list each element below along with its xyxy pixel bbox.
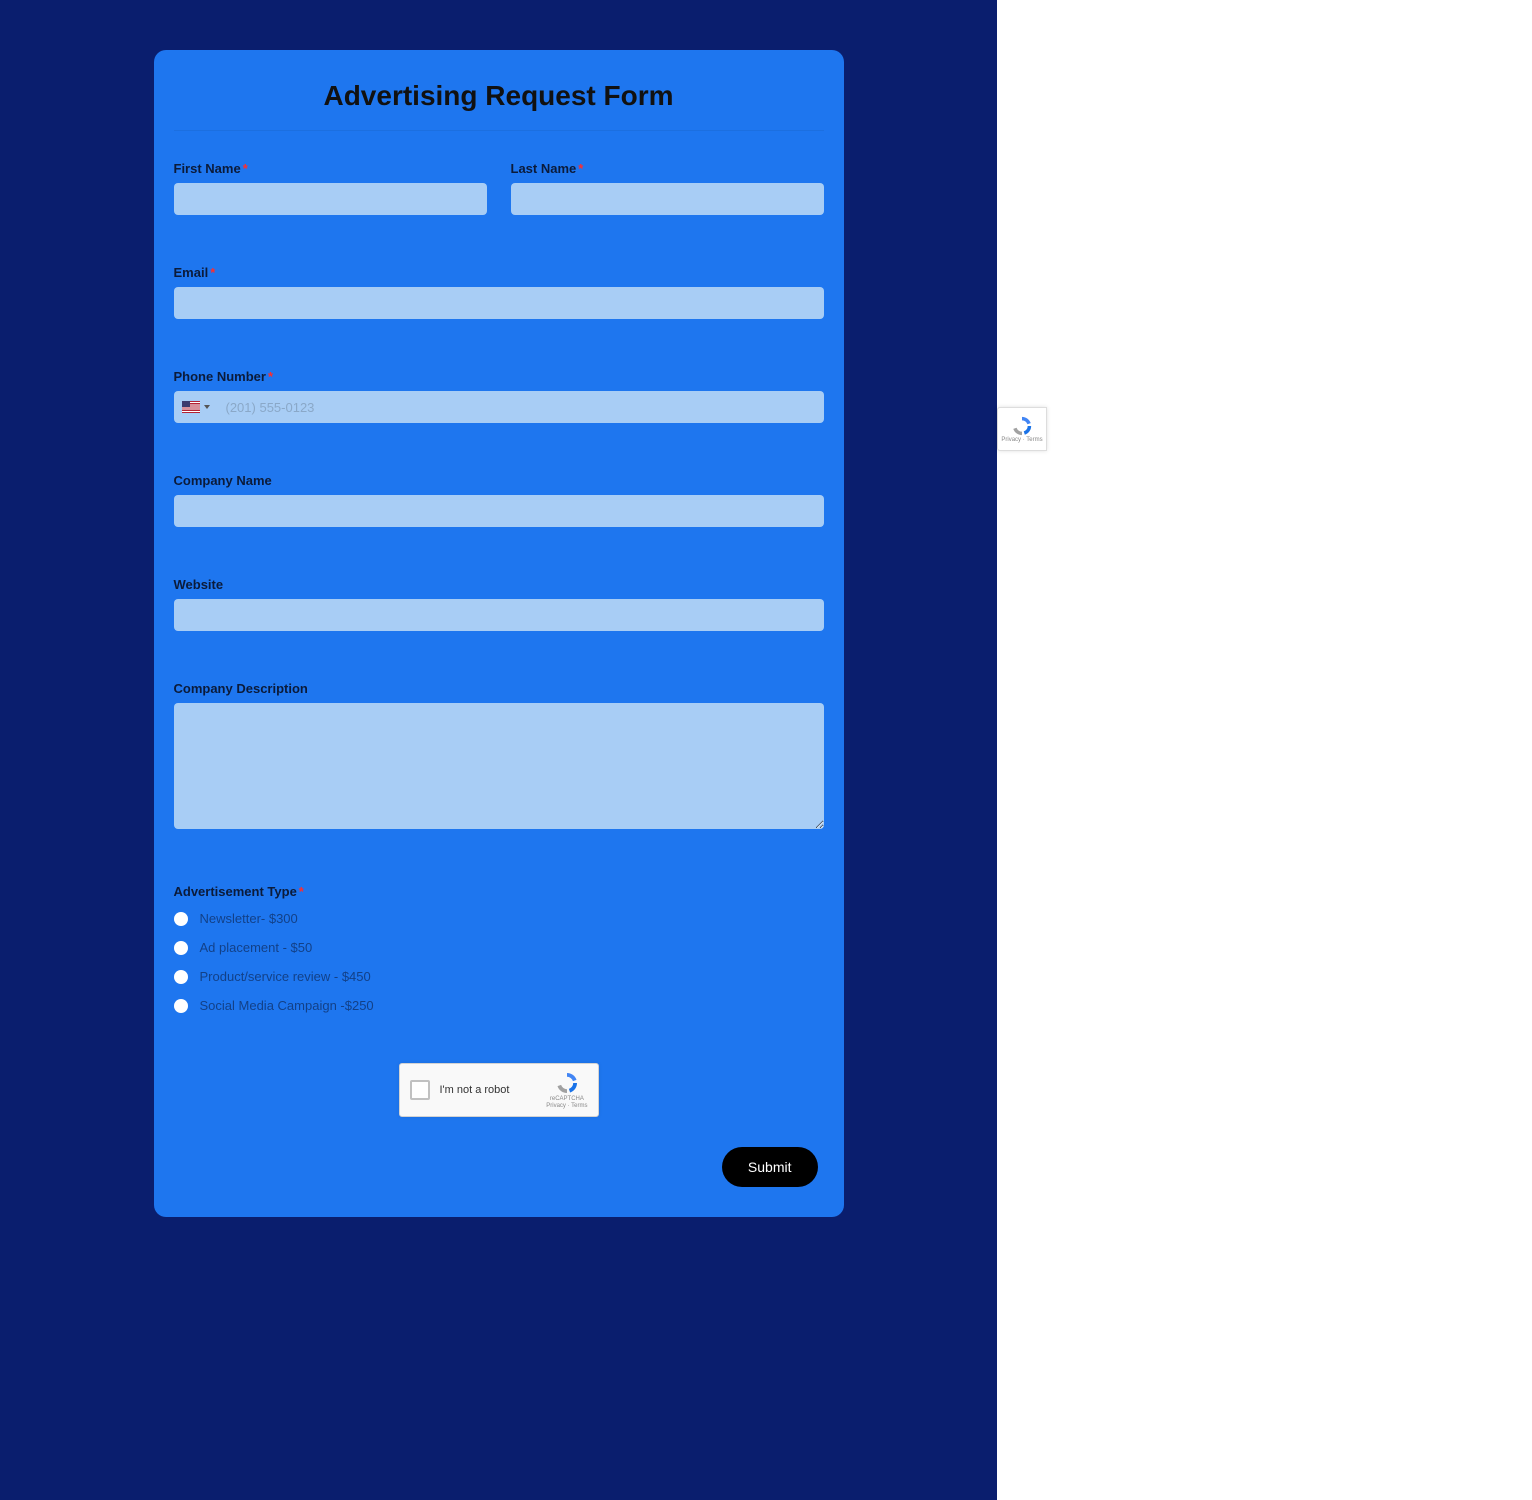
form-title: Advertising Request Form [174, 70, 824, 131]
advertising-request-form: Advertising Request Form First Name* Las… [154, 50, 844, 1217]
submit-button[interactable]: Submit [722, 1147, 818, 1187]
required-mark: * [210, 265, 215, 280]
phone-label-text: Phone Number [174, 369, 266, 384]
phone-field: Phone Number* [174, 369, 824, 423]
recaptcha-widget: I'm not a robot reCAPTCHA Privacy · Term… [399, 1063, 599, 1117]
last-name-field: Last Name* [511, 161, 824, 215]
ad-type-option-social-media[interactable]: Social Media Campaign -$250 [174, 998, 824, 1013]
company-name-input[interactable] [174, 495, 824, 527]
recaptcha-branding: reCAPTCHA Privacy · Terms [546, 1071, 587, 1109]
recaptcha-icon [555, 1071, 579, 1095]
ad-type-option-label: Newsletter- $300 [200, 911, 298, 926]
recaptcha-checkbox[interactable] [410, 1080, 430, 1100]
advertisement-type-label-text: Advertisement Type [174, 884, 297, 899]
radio-icon [174, 970, 188, 984]
us-flag-icon [182, 401, 200, 413]
company-description-field: Company Description [174, 681, 824, 834]
phone-input-wrap [174, 391, 824, 423]
email-field: Email* [174, 265, 824, 319]
ad-type-option-newsletter[interactable]: Newsletter- $300 [174, 911, 824, 926]
ad-type-option-label: Social Media Campaign -$250 [200, 998, 374, 1013]
recaptcha-brand-text: reCAPTCHA [550, 1096, 584, 1103]
required-mark: * [268, 369, 273, 384]
required-mark: * [299, 884, 304, 899]
captcha-container: I'm not a robot reCAPTCHA Privacy · Term… [174, 1063, 824, 1117]
ad-type-option-label: Ad placement - $50 [200, 940, 313, 955]
email-label-text: Email [174, 265, 209, 280]
company-name-label: Company Name [174, 473, 824, 488]
recaptcha-icon [1009, 415, 1035, 437]
recaptcha-links: Privacy · Terms [546, 1103, 587, 1110]
country-code-picker[interactable] [174, 391, 218, 423]
radio-icon [174, 912, 188, 926]
recaptcha-text: I'm not a robot [440, 1084, 537, 1096]
first-name-label: First Name* [174, 161, 487, 176]
radio-icon [174, 941, 188, 955]
required-mark: * [578, 161, 583, 176]
first-name-field: First Name* [174, 161, 487, 215]
company-description-input[interactable] [174, 703, 824, 829]
phone-label: Phone Number* [174, 369, 824, 384]
company-description-label: Company Description [174, 681, 824, 696]
last-name-label-text: Last Name [511, 161, 577, 176]
side-badge-links: Privacy · Terms [1001, 437, 1042, 443]
chevron-down-icon [204, 405, 210, 409]
company-name-field: Company Name [174, 473, 824, 527]
email-input[interactable] [174, 287, 824, 319]
website-label: Website [174, 577, 824, 592]
website-field: Website [174, 577, 824, 631]
website-input[interactable] [174, 599, 824, 631]
advertisement-type-label: Advertisement Type* [174, 884, 824, 899]
ad-type-option-ad-placement[interactable]: Ad placement - $50 [174, 940, 824, 955]
advertisement-type-group: Advertisement Type* Newsletter- $300 Ad … [174, 884, 824, 1013]
last-name-input[interactable] [511, 183, 824, 215]
radio-icon [174, 999, 188, 1013]
email-label: Email* [174, 265, 824, 280]
first-name-input[interactable] [174, 183, 487, 215]
recaptcha-side-badge[interactable]: Privacy · Terms [997, 407, 1047, 451]
first-name-label-text: First Name [174, 161, 241, 176]
ad-type-option-label: Product/service review - $450 [200, 969, 371, 984]
ad-type-option-review[interactable]: Product/service review - $450 [174, 969, 824, 984]
last-name-label: Last Name* [511, 161, 824, 176]
required-mark: * [243, 161, 248, 176]
phone-input[interactable] [218, 391, 824, 423]
